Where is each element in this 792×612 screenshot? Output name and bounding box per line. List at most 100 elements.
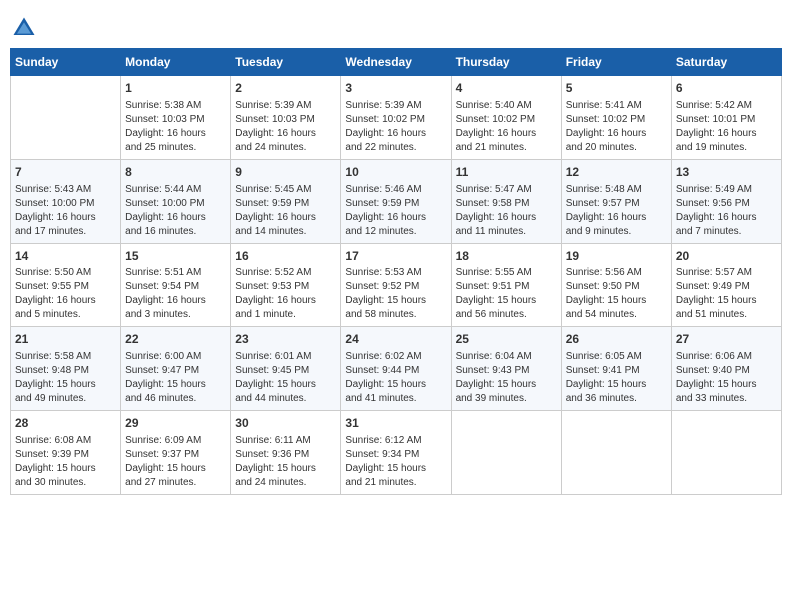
calendar-cell: 5 Sunrise: 5:41 AM Sunset: 10:02 PM Dayli… <box>561 76 671 160</box>
calendar-cell: 14Sunrise: 5:50 AM Sunset: 9:55 PM Dayli… <box>11 243 121 327</box>
cell-content: Sunrise: 6:05 AM Sunset: 9:41 PM Dayligh… <box>566 350 667 406</box>
week-row-5: 28 Sunrise: 6:08 AM Sunset: 9:39 PM Dayli… <box>11 411 782 495</box>
cell-content: Sunrise: 6:06 AM Sunset: 9:40 PM Dayligh… <box>676 350 777 406</box>
day-number: 12 <box>566 164 667 181</box>
day-number: 27 <box>676 331 777 348</box>
calendar-cell <box>11 76 121 160</box>
cell-content: Sunrise: 6:12 AM Sunset: 9:34 PM Dayligh… <box>345 434 446 490</box>
logo-icon <box>10 14 38 42</box>
day-number: 18 <box>456 248 557 265</box>
calendar-cell: 6 Sunrise: 5:42 AM Sunset: 10:01 PM Dayli… <box>671 76 781 160</box>
calendar-cell: 26 Sunrise: 6:05 AM Sunset: 9:41 PM Dayli… <box>561 327 671 411</box>
day-number: 22 <box>125 331 226 348</box>
cell-content: Sunrise: 5:43 AM Sunset: 10:00 PM Daylig… <box>15 183 116 239</box>
cell-content: Sunrise: 5:49 AM Sunset: 9:56 PM Dayligh… <box>676 183 777 239</box>
cell-content: Sunrise: 6:04 AM Sunset: 9:43 PM Dayligh… <box>456 350 557 406</box>
logo <box>10 14 42 42</box>
calendar-cell: 1 Sunrise: 5:38 AM Sunset: 10:03 PM Dayli… <box>121 76 231 160</box>
cell-content: Sunrise: 5:45 AM Sunset: 9:59 PM Dayligh… <box>235 183 336 239</box>
day-number: 24 <box>345 331 446 348</box>
calendar-body: 1 Sunrise: 5:38 AM Sunset: 10:03 PM Dayli… <box>11 76 782 495</box>
col-header-wednesday: Wednesday <box>341 49 451 76</box>
day-number: 8 <box>125 164 226 181</box>
cell-content: Sunrise: 5:39 AM Sunset: 10:02 PM Daylig… <box>345 99 446 155</box>
day-number: 14 <box>15 248 116 265</box>
cell-content: Sunrise: 6:11 AM Sunset: 9:36 PM Dayligh… <box>235 434 336 490</box>
calendar-cell: 19Sunrise: 5:56 AM Sunset: 9:50 PM Dayli… <box>561 243 671 327</box>
calendar-cell <box>561 411 671 495</box>
week-row-2: 7Sunrise: 5:43 AM Sunset: 10:00 PM Dayli… <box>11 159 782 243</box>
calendar-cell: 10 Sunrise: 5:46 AM Sunset: 9:59 PM Dayli… <box>341 159 451 243</box>
day-number: 2 <box>235 80 336 97</box>
day-number: 1 <box>125 80 226 97</box>
week-row-3: 14Sunrise: 5:50 AM Sunset: 9:55 PM Dayli… <box>11 243 782 327</box>
calendar-cell: 15Sunrise: 5:51 AM Sunset: 9:54 PM Dayli… <box>121 243 231 327</box>
calendar-cell: 25 Sunrise: 6:04 AM Sunset: 9:43 PM Dayli… <box>451 327 561 411</box>
cell-content: Sunrise: 5:51 AM Sunset: 9:54 PM Dayligh… <box>125 266 226 322</box>
calendar-cell: 16Sunrise: 5:52 AM Sunset: 9:53 PM Dayli… <box>231 243 341 327</box>
day-number: 5 <box>566 80 667 97</box>
calendar-cell: 21 Sunrise: 5:58 AM Sunset: 9:48 PM Dayli… <box>11 327 121 411</box>
calendar-cell: 28 Sunrise: 6:08 AM Sunset: 9:39 PM Dayli… <box>11 411 121 495</box>
col-header-tuesday: Tuesday <box>231 49 341 76</box>
cell-content: Sunrise: 5:53 AM Sunset: 9:52 PM Dayligh… <box>345 266 446 322</box>
day-number: 21 <box>15 331 116 348</box>
calendar-cell: 23 Sunrise: 6:01 AM Sunset: 9:45 PM Dayli… <box>231 327 341 411</box>
day-number: 10 <box>345 164 446 181</box>
day-number: 19 <box>566 248 667 265</box>
calendar-cell: 31 Sunrise: 6:12 AM Sunset: 9:34 PM Dayli… <box>341 411 451 495</box>
calendar-cell: 4Sunrise: 5:40 AM Sunset: 10:02 PM Dayli… <box>451 76 561 160</box>
cell-content: Sunrise: 6:08 AM Sunset: 9:39 PM Dayligh… <box>15 434 116 490</box>
calendar-cell: 3Sunrise: 5:39 AM Sunset: 10:02 PM Dayli… <box>341 76 451 160</box>
col-header-saturday: Saturday <box>671 49 781 76</box>
day-number: 23 <box>235 331 336 348</box>
calendar-cell: 22 Sunrise: 6:00 AM Sunset: 9:47 PM Dayli… <box>121 327 231 411</box>
calendar-header: SundayMondayTuesdayWednesdayThursdayFrid… <box>11 49 782 76</box>
col-header-thursday: Thursday <box>451 49 561 76</box>
day-number: 13 <box>676 164 777 181</box>
calendar-cell <box>451 411 561 495</box>
calendar-cell: 12 Sunrise: 5:48 AM Sunset: 9:57 PM Dayli… <box>561 159 671 243</box>
cell-content: Sunrise: 5:46 AM Sunset: 9:59 PM Dayligh… <box>345 183 446 239</box>
cell-content: Sunrise: 5:41 AM Sunset: 10:02 PM Daylig… <box>566 99 667 155</box>
cell-content: Sunrise: 5:50 AM Sunset: 9:55 PM Dayligh… <box>15 266 116 322</box>
day-number: 30 <box>235 415 336 432</box>
cell-content: Sunrise: 6:01 AM Sunset: 9:45 PM Dayligh… <box>235 350 336 406</box>
week-row-4: 21 Sunrise: 5:58 AM Sunset: 9:48 PM Dayli… <box>11 327 782 411</box>
cell-content: Sunrise: 6:09 AM Sunset: 9:37 PM Dayligh… <box>125 434 226 490</box>
day-number: 4 <box>456 80 557 97</box>
calendar-cell: 30 Sunrise: 6:11 AM Sunset: 9:36 PM Dayli… <box>231 411 341 495</box>
day-number: 15 <box>125 248 226 265</box>
cell-content: Sunrise: 5:55 AM Sunset: 9:51 PM Dayligh… <box>456 266 557 322</box>
cell-content: Sunrise: 5:58 AM Sunset: 9:48 PM Dayligh… <box>15 350 116 406</box>
day-number: 31 <box>345 415 446 432</box>
calendar-cell: 11Sunrise: 5:47 AM Sunset: 9:58 PM Dayli… <box>451 159 561 243</box>
calendar-cell: 7Sunrise: 5:43 AM Sunset: 10:00 PM Dayli… <box>11 159 121 243</box>
calendar-cell: 8 Sunrise: 5:44 AM Sunset: 10:00 PM Dayli… <box>121 159 231 243</box>
day-number: 26 <box>566 331 667 348</box>
cell-content: Sunrise: 5:47 AM Sunset: 9:58 PM Dayligh… <box>456 183 557 239</box>
cell-content: Sunrise: 6:00 AM Sunset: 9:47 PM Dayligh… <box>125 350 226 406</box>
calendar-cell: 18Sunrise: 5:55 AM Sunset: 9:51 PM Dayli… <box>451 243 561 327</box>
calendar-table: SundayMondayTuesdayWednesdayThursdayFrid… <box>10 48 782 495</box>
calendar-cell: 27 Sunrise: 6:06 AM Sunset: 9:40 PM Dayli… <box>671 327 781 411</box>
cell-content: Sunrise: 5:48 AM Sunset: 9:57 PM Dayligh… <box>566 183 667 239</box>
cell-content: Sunrise: 5:42 AM Sunset: 10:01 PM Daylig… <box>676 99 777 155</box>
day-number: 6 <box>676 80 777 97</box>
col-header-monday: Monday <box>121 49 231 76</box>
cell-content: Sunrise: 5:52 AM Sunset: 9:53 PM Dayligh… <box>235 266 336 322</box>
header-row: SundayMondayTuesdayWednesdayThursdayFrid… <box>11 49 782 76</box>
cell-content: Sunrise: 5:39 AM Sunset: 10:03 PM Daylig… <box>235 99 336 155</box>
cell-content: Sunrise: 5:57 AM Sunset: 9:49 PM Dayligh… <box>676 266 777 322</box>
day-number: 9 <box>235 164 336 181</box>
calendar-cell: 24 Sunrise: 6:02 AM Sunset: 9:44 PM Dayli… <box>341 327 451 411</box>
day-number: 25 <box>456 331 557 348</box>
day-number: 17 <box>345 248 446 265</box>
page-header <box>10 10 782 42</box>
col-header-sunday: Sunday <box>11 49 121 76</box>
cell-content: Sunrise: 5:38 AM Sunset: 10:03 PM Daylig… <box>125 99 226 155</box>
cell-content: Sunrise: 6:02 AM Sunset: 9:44 PM Dayligh… <box>345 350 446 406</box>
calendar-cell: 29Sunrise: 6:09 AM Sunset: 9:37 PM Dayli… <box>121 411 231 495</box>
cell-content: Sunrise: 5:44 AM Sunset: 10:00 PM Daylig… <box>125 183 226 239</box>
day-number: 28 <box>15 415 116 432</box>
